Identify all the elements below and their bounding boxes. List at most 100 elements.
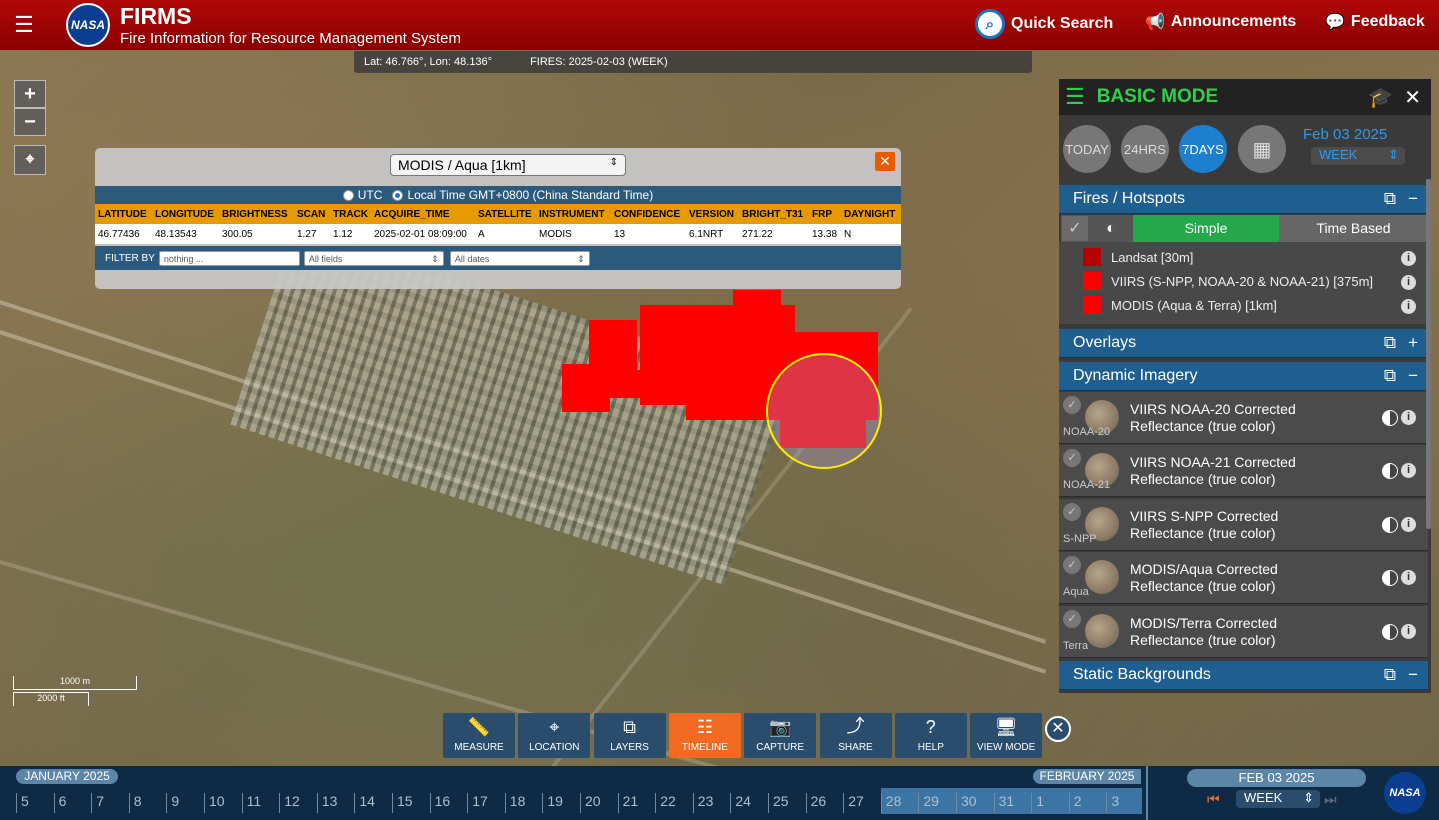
opacity-icon[interactable] — [1382, 516, 1398, 533]
collapse-icon[interactable]: − — [1408, 366, 1418, 386]
day-tick[interactable]: 12 — [279, 793, 300, 813]
imagery-layer-row[interactable]: ✓ Terra MODIS/Terra Corrected Reflectance (… — [1059, 605, 1428, 658]
check-icon[interactable]: ✓ — [1063, 502, 1081, 521]
day-tick[interactable]: 17 — [467, 793, 488, 813]
day-tick[interactable]: 7 — [91, 793, 104, 813]
info-icon[interactable]: i — [1401, 410, 1416, 425]
static-backgrounds-header[interactable]: Static Backgrounds ⧉ − — [1059, 661, 1428, 690]
hamburger-menu-icon[interactable]: ☰ — [0, 0, 48, 50]
time-based-tab[interactable]: Time Based — [1279, 215, 1428, 242]
imagery-layer-row[interactable]: ✓ NOAA-21 VIIRS NOAA-21 Corrected Reflectan… — [1059, 445, 1428, 498]
fire-pixel[interactable] — [562, 364, 610, 412]
check-icon[interactable]: ✓ — [1063, 396, 1081, 414]
info-icon[interactable]: i — [1401, 516, 1416, 532]
24hrs-button[interactable]: 24HRS — [1121, 125, 1169, 173]
day-tick[interactable]: 20 — [580, 793, 601, 813]
simple-tab[interactable]: Simple — [1133, 215, 1279, 242]
announcements-link[interactable]: 📢 Announcements — [1145, 12, 1296, 32]
day-tick[interactable]: 15 — [392, 793, 413, 813]
day-tick[interactable]: 29 — [918, 793, 939, 813]
quick-search-link[interactable]: ⌕ Quick Search — [975, 9, 1113, 39]
capture-button[interactable]: 📷 CAPTURE — [744, 713, 817, 758]
menu-icon[interactable]: ☰ — [1065, 84, 1085, 110]
close-toolbar-icon[interactable]: ✕ — [1045, 716, 1071, 742]
info-icon[interactable]: i — [1401, 299, 1416, 314]
day-tick[interactable]: 8 — [128, 793, 142, 813]
opacity-icon[interactable] — [1382, 463, 1398, 480]
nasa-logo[interactable]: NASA — [66, 3, 110, 47]
step-forward-icon[interactable]: ⏭ — [1324, 791, 1337, 808]
source-select[interactable]: MODIS / Aqua [1km] ⇕ — [390, 154, 626, 176]
day-tick[interactable]: 25 — [768, 793, 789, 813]
graduation-cap-icon[interactable]: 🎓 — [1368, 85, 1393, 110]
zoom-out-button[interactable]: − — [14, 108, 46, 136]
zoom-in-button[interactable]: + — [14, 80, 46, 108]
day-tick[interactable]: 1 — [1031, 793, 1044, 813]
day-tick[interactable]: 18 — [504, 793, 525, 813]
day-tick[interactable]: 30 — [956, 793, 977, 813]
panel-scrollbar[interactable] — [1426, 179, 1431, 529]
window-icon[interactable]: ⧉ — [1384, 366, 1396, 386]
day-tick[interactable]: 6 — [53, 793, 66, 813]
location-button[interactable]: ⌖ LOCATION — [518, 713, 591, 758]
feedback-link[interactable]: 💬 Feedback — [1325, 12, 1425, 32]
day-tick[interactable]: 28 — [880, 793, 901, 813]
imagery-layer-row[interactable]: ✓ NOAA-20 VIIRS NOAA-20 Corrected Reflectan… — [1059, 392, 1428, 444]
expand-icon[interactable]: + — [1408, 333, 1418, 353]
check-icon[interactable]: ✓ — [1063, 609, 1081, 628]
opacity-icon[interactable] — [1382, 623, 1398, 640]
today-button[interactable]: TODAY — [1063, 125, 1111, 173]
opacity-icon[interactable] — [1382, 570, 1398, 587]
window-icon[interactable]: ⧉ — [1384, 333, 1396, 353]
day-tick[interactable]: 22 — [655, 793, 676, 813]
opacity-icon[interactable] — [1382, 410, 1398, 426]
day-tick[interactable]: 9 — [166, 793, 179, 813]
calendar-icon[interactable]: ▦ — [1238, 125, 1286, 173]
filter-input[interactable]: nothing ... — [158, 250, 300, 266]
nasa-logo-small[interactable]: NASA — [1384, 772, 1426, 814]
info-icon[interactable]: i — [1401, 623, 1416, 639]
step-back-icon[interactable]: ⏮ — [1207, 791, 1220, 808]
day-tick[interactable]: 19 — [542, 793, 563, 813]
overlays-section-header[interactable]: Overlays ⧉ + — [1059, 329, 1428, 358]
dynamic-imagery-header[interactable]: Dynamic Imagery ⧉ − — [1059, 362, 1428, 391]
help-button[interactable]: ? HELP — [894, 713, 967, 758]
timeline-button[interactable]: ☷ TIMELINE — [668, 713, 741, 758]
collapse-icon[interactable]: − — [1408, 665, 1418, 685]
contrast-icon[interactable]: ◐ — [1089, 215, 1133, 242]
day-tick[interactable]: 23 — [692, 793, 713, 813]
day-tick[interactable]: 24 — [730, 793, 751, 813]
day-tick[interactable]: 10 — [204, 793, 225, 813]
layers-button[interactable]: ⧉ LAYERS — [593, 713, 666, 758]
collapse-icon[interactable]: − — [1408, 189, 1418, 209]
day-tick[interactable]: 21 — [617, 793, 638, 813]
location-pin-icon[interactable]: ⌖ — [14, 145, 46, 175]
day-tick[interactable]: 13 — [316, 793, 337, 813]
7days-button[interactable]: 7DAYS — [1179, 125, 1227, 173]
day-tick[interactable]: 14 — [354, 793, 375, 813]
share-button[interactable]: ⤴ SHARE — [819, 713, 892, 758]
window-icon[interactable]: ⧉ — [1384, 665, 1396, 685]
day-tick[interactable]: 3 — [1106, 793, 1119, 813]
local-time-radio[interactable] — [392, 189, 404, 201]
imagery-layer-row[interactable]: ✓ S-NPP VIIRS S-NPP Corrected Reflectance (… — [1059, 498, 1428, 551]
measure-button[interactable]: 📏 MEASURE — [443, 713, 515, 758]
checkbox-icon[interactable]: ✓ — [1062, 216, 1088, 241]
close-panel-icon[interactable]: ✕ — [1404, 85, 1421, 110]
check-icon[interactable]: ✓ — [1063, 556, 1081, 575]
day-tick[interactable]: 26 — [805, 793, 826, 813]
imagery-layer-row[interactable]: ✓ Aqua MODIS/Aqua Corrected Reflectance (tr… — [1059, 552, 1428, 605]
period-select[interactable]: WEEK ⇕ — [1311, 147, 1405, 165]
info-icon[interactable]: i — [1401, 275, 1416, 290]
utc-radio[interactable] — [342, 189, 354, 201]
view-mode-button[interactable]: 🖥 VIEW MODE — [970, 713, 1043, 758]
fire-pixel[interactable] — [610, 370, 655, 398]
fires-section-header[interactable]: Fires / Hotspots ⧉ − — [1059, 185, 1428, 214]
window-icon[interactable]: ⧉ — [1384, 189, 1396, 209]
check-icon[interactable]: ✓ — [1063, 449, 1081, 468]
field-select[interactable]: All fields ⇕ — [303, 250, 444, 266]
day-tick[interactable]: 11 — [241, 793, 261, 813]
day-tick[interactable]: 5 — [16, 793, 29, 813]
day-tick[interactable]: 31 — [993, 793, 1014, 813]
info-icon[interactable]: i — [1401, 251, 1416, 266]
